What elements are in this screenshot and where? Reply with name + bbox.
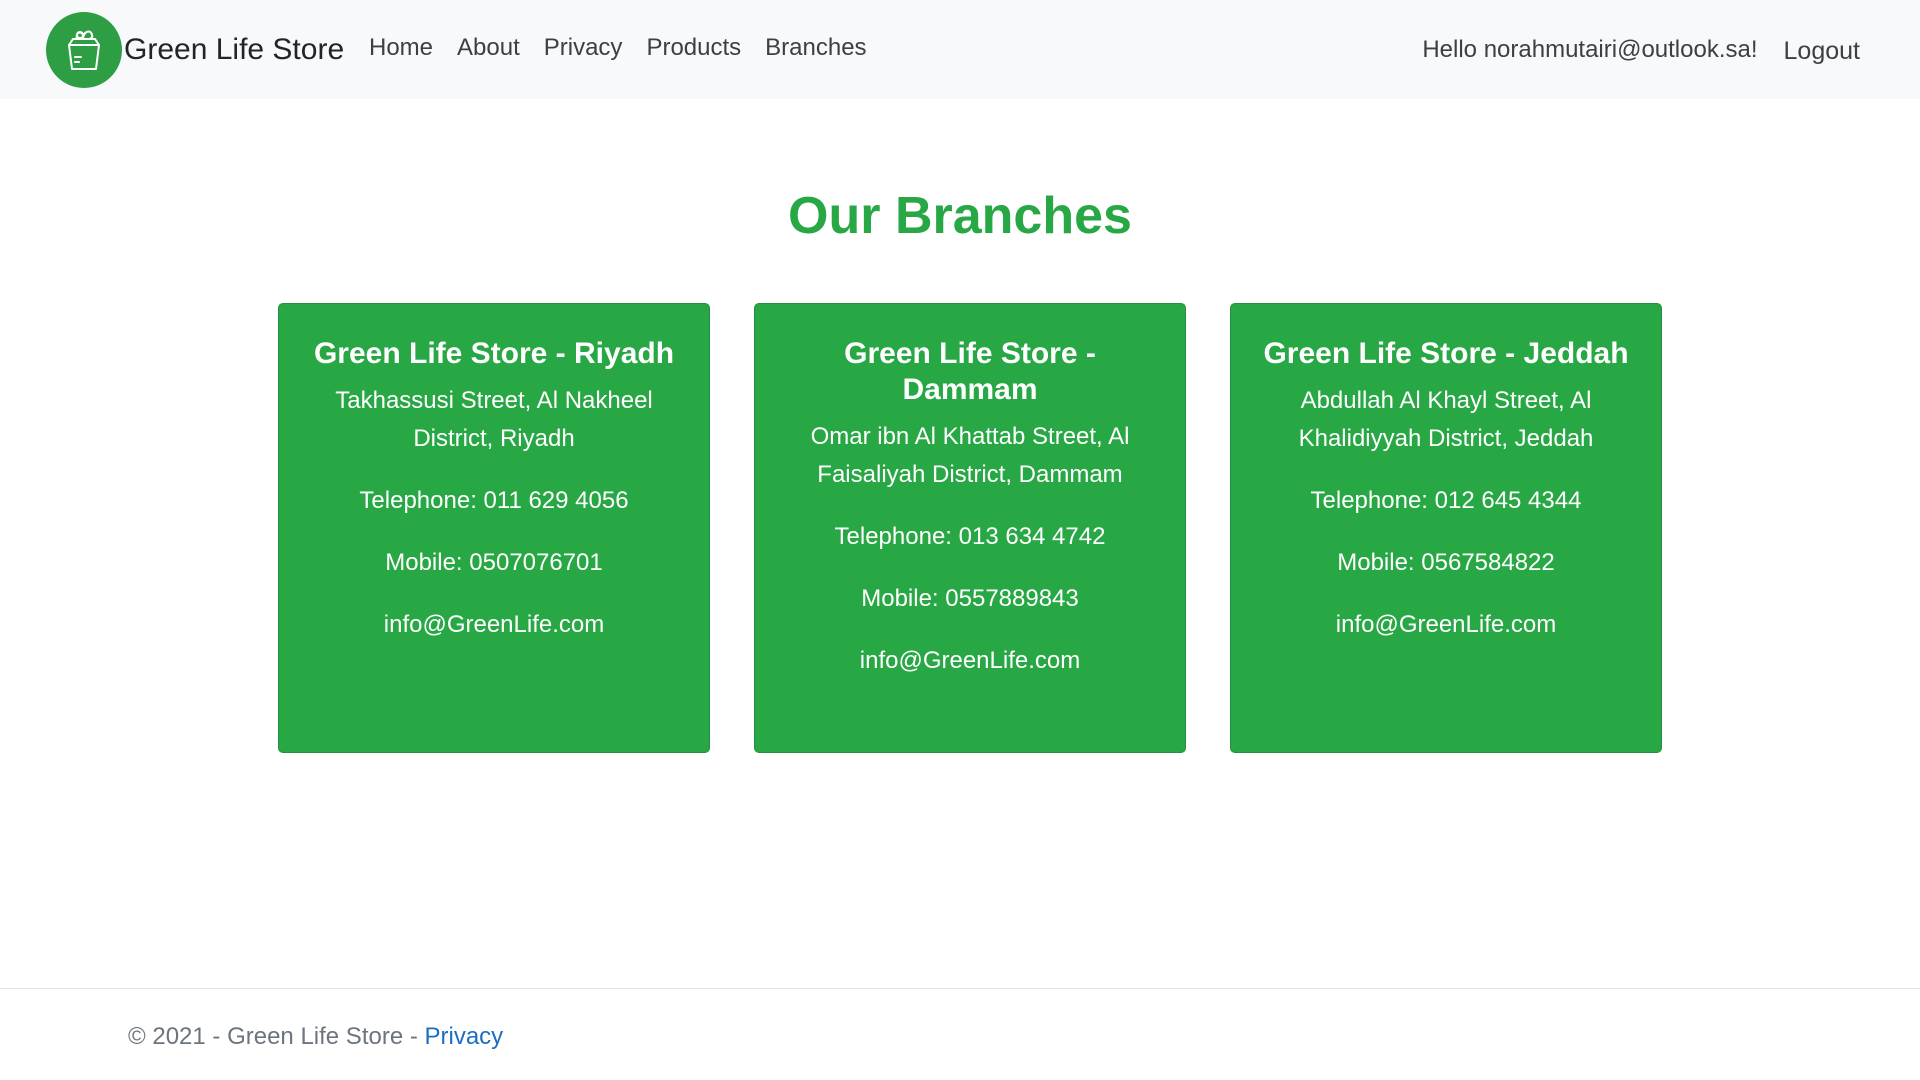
branch-mobile: Mobile: 0567584822 <box>1337 549 1555 576</box>
branch-mobile: Mobile: 0557889843 <box>861 585 1079 612</box>
branch-card-jeddah: Green Life Store - Jeddah Abdullah Al Kh… <box>1230 303 1662 753</box>
user-area: Hello norahmutairi@outlook.sa! Logout <box>1422 34 1860 66</box>
nav-link-about[interactable]: About <box>457 34 520 62</box>
branch-address: Omar ibn Al Khattab Street, Al Faisaliya… <box>810 423 1130 488</box>
branch-email: info@GreenLife.com <box>1335 611 1557 638</box>
branch-mobile: Mobile: 0507076701 <box>385 549 603 576</box>
brand-name: Green Life Store <box>124 33 345 66</box>
branch-card-riyadh: Green Life Store - Riyadh Takhassusi Str… <box>278 303 710 753</box>
branch-name: Green Life Store - Jeddah <box>1263 337 1629 370</box>
user-greeting[interactable]: Hello norahmutairi@outlook.sa! <box>1422 36 1757 64</box>
grocery-bag-icon <box>46 12 122 88</box>
logout-button[interactable]: Logout <box>1784 37 1860 66</box>
branch-email: info@GreenLife.com <box>383 611 605 638</box>
nav-link-branches[interactable]: Branches <box>765 34 866 62</box>
footer-text: © 2021 - Green Life Store - Privacy <box>128 1023 503 1051</box>
footer-privacy-link[interactable]: Privacy <box>425 1023 504 1050</box>
brand-link[interactable]: Green Life Store <box>46 12 344 88</box>
nav-link-privacy[interactable]: Privacy <box>544 34 623 62</box>
nav-link-products[interactable]: Products <box>646 34 741 62</box>
branch-address: Abdullah Al Khayl Street, Al Khalidiyyah… <box>1298 387 1594 452</box>
branch-telephone: Telephone: 011 629 4056 <box>359 487 629 514</box>
branch-cards: Green Life Store - Riyadh Takhassusi Str… <box>278 303 1662 753</box>
branch-address: Takhassusi Street, Al Nakheel District, … <box>335 387 653 452</box>
page-title: Our Branches <box>788 187 1132 245</box>
branch-card-dammam: Green Life Store - Dammam Omar ibn Al Kh… <box>754 303 1186 753</box>
branch-name: Green Life Store - Dammam <box>844 337 1096 406</box>
branch-telephone: Telephone: 012 645 4344 <box>1310 487 1582 514</box>
branch-email: info@GreenLife.com <box>859 647 1081 674</box>
nav-link-home[interactable]: Home <box>369 34 433 62</box>
footer: © 2021 - Green Life Store - Privacy <box>0 988 1920 1080</box>
nav-links: Home About Privacy Products Branches <box>369 34 891 62</box>
branch-name: Green Life Store - Riyadh <box>313 337 675 370</box>
branch-telephone: Telephone: 013 634 4742 <box>834 523 1106 550</box>
navbar: Green Life Store Home About Privacy Prod… <box>0 0 1920 99</box>
copyright-text: © 2021 - Green Life Store - <box>128 1023 425 1050</box>
